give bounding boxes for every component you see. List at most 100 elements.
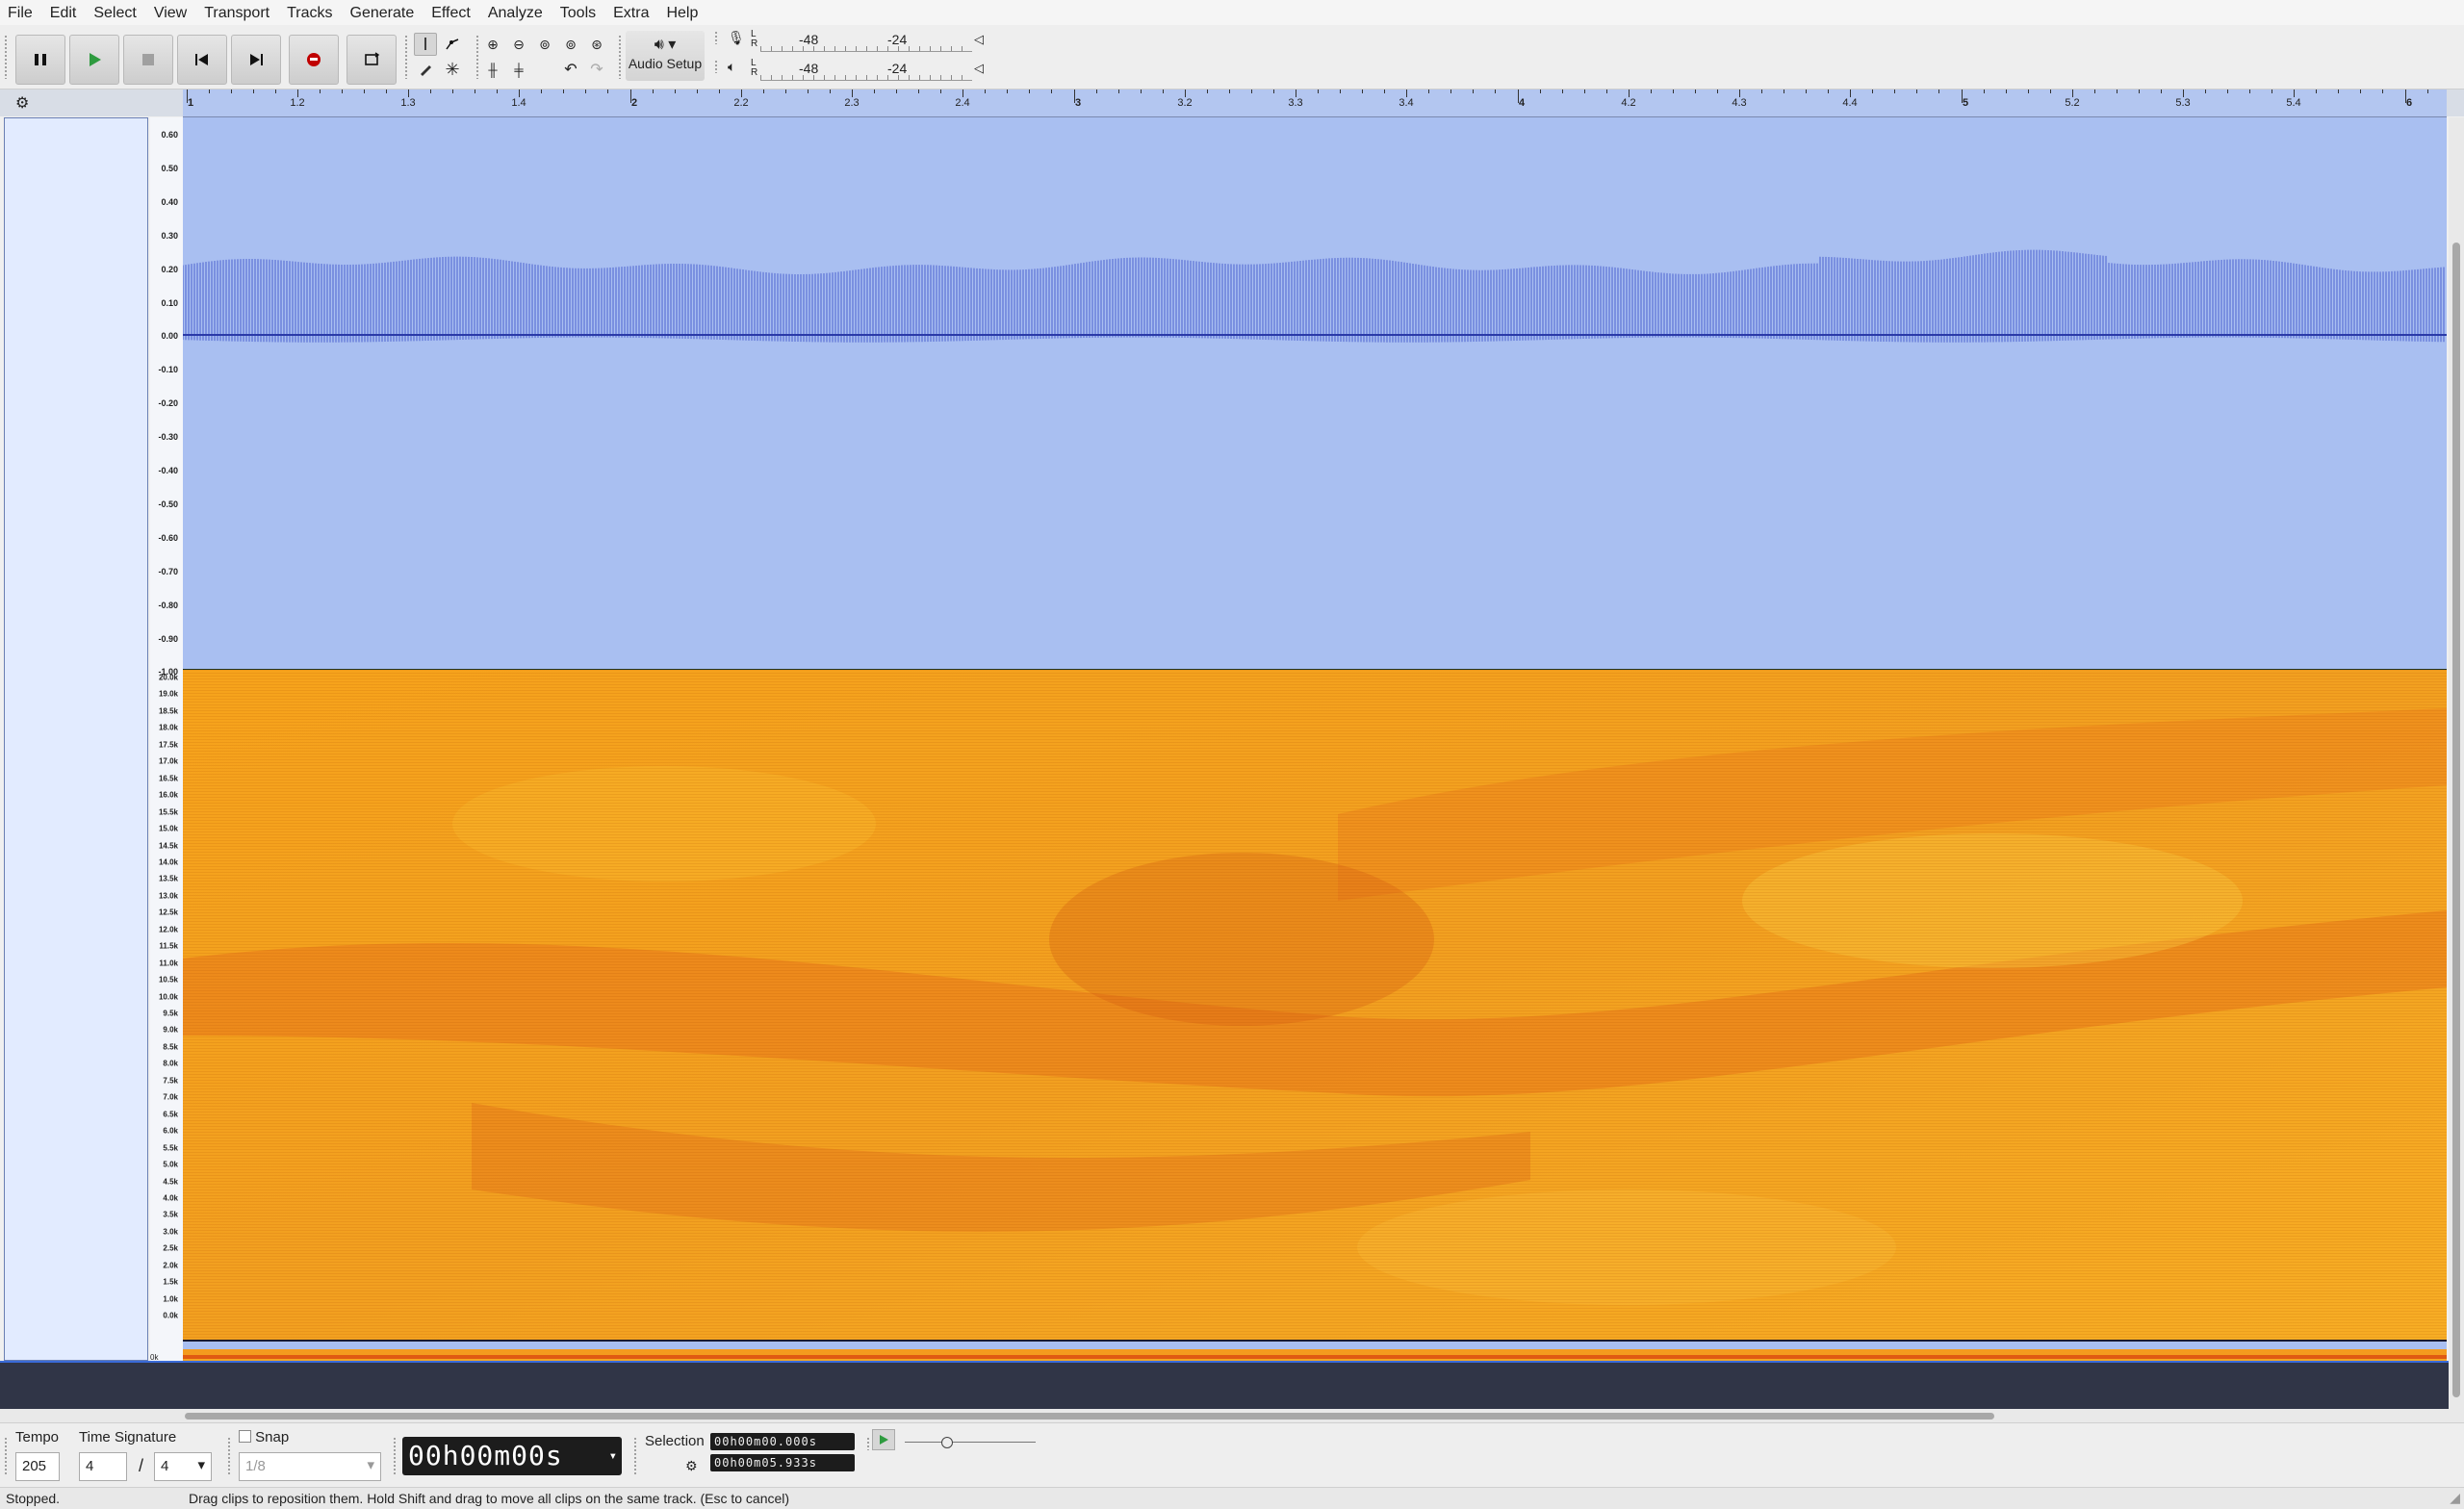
timeline-minor-tick [1495, 90, 1496, 93]
timeline-minor-tick [253, 90, 254, 93]
status-state: Stopped. [6, 1491, 61, 1506]
timeline-minor-tick [1007, 90, 1008, 93]
frequency-label: 9.5k [163, 1009, 178, 1018]
time-display[interactable]: 00h00m00s ▾ [402, 1437, 622, 1475]
play-meter-grip[interactable] [714, 60, 718, 73]
record-meter[interactable]: 🎙︎ L R -48 -24 ◁ [728, 30, 997, 52]
menu-analyze[interactable]: Analyze [479, 0, 552, 25]
audio-setup-button[interactable]: 🔊︎ ▾ Audio Setup [626, 31, 705, 81]
edit-grip[interactable] [475, 35, 479, 79]
timeline-minor-tick [1051, 90, 1052, 93]
time-signature-grip[interactable] [4, 1437, 8, 1475]
zoom-toggle-button[interactable]: ⊛ [585, 33, 608, 56]
timeline-label: 3.3 [1288, 97, 1303, 109]
amplitude-label: 0.00 [161, 331, 178, 342]
timeline-minor-tick [408, 90, 409, 93]
horizontal-scrollbar[interactable] [0, 1409, 2464, 1422]
playback-meter[interactable]: 🔈︎ L R -48 -24 ◁ [728, 59, 997, 81]
timeline-minor-tick [1806, 90, 1807, 93]
timeline-minor-tick [607, 90, 608, 93]
collapsed-track-strip[interactable] [183, 1340, 2447, 1361]
multi-tool[interactable]: ✳ [441, 58, 464, 81]
play-at-speed-grip[interactable] [866, 1437, 870, 1450]
track-control-panel[interactable] [4, 117, 148, 1361]
play-icon [880, 1435, 888, 1445]
vertical-scrollbar[interactable] [2449, 117, 2464, 1409]
spectrogram-view[interactable] [183, 670, 2447, 1340]
stop-button[interactable] [123, 35, 173, 85]
menu-select[interactable]: Select [85, 0, 144, 25]
audio-setup-grip[interactable] [618, 35, 622, 79]
zoom-out-button[interactable]: ⊖ [507, 33, 530, 56]
frequency-label: 15.5k [158, 807, 178, 817]
play-at-speed-button[interactable] [872, 1429, 895, 1450]
timeline-label: 2.3 [844, 97, 860, 109]
frequency-label: 15.0k [158, 824, 178, 833]
skip-to-end-button[interactable] [231, 35, 281, 85]
menu-view[interactable]: View [145, 0, 195, 25]
menu-effect[interactable]: Effect [423, 0, 479, 25]
selection-end-value: 00h00m05.933s [714, 1456, 817, 1470]
loop-button[interactable] [346, 35, 397, 85]
selection-tool[interactable]: I [414, 33, 437, 56]
menu-generate[interactable]: Generate [342, 0, 424, 25]
silence-button[interactable]: ╪ [507, 58, 530, 81]
timeline-minor-tick [1540, 90, 1541, 93]
fit-project-button[interactable]: ⊚ [559, 33, 582, 56]
timeline-minor-tick [2382, 90, 2383, 93]
menu-tools[interactable]: Tools [552, 0, 604, 25]
empty-track-area[interactable] [0, 1363, 2449, 1409]
toolbar: I ✳ ⊕ ⊖ ⊚ ⊚ ⊛ ╫ ╪ ↶ ↷ 🔊︎ ▾ Audio Setup 🎙… [0, 25, 2464, 90]
horizontal-scroll-thumb[interactable] [185, 1413, 1994, 1419]
pause-button[interactable] [15, 35, 65, 85]
menu-file[interactable]: File [0, 0, 41, 25]
selection-end[interactable]: 00h00m05.933s [710, 1454, 855, 1471]
envelope-tool[interactable] [441, 33, 464, 56]
menu-edit[interactable]: Edit [41, 0, 86, 25]
menu-help[interactable]: Help [657, 0, 706, 25]
waveform-view[interactable] [183, 117, 2447, 671]
menu-tracks[interactable]: Tracks [278, 0, 341, 25]
menu-extra[interactable]: Extra [604, 0, 657, 25]
fit-selection-button[interactable]: ⊚ [533, 33, 556, 56]
time-signature-numerator[interactable]: 4 [79, 1452, 127, 1481]
zoom-in-button[interactable]: ⊕ [481, 33, 504, 56]
timeline-minor-tick [675, 90, 676, 93]
vertical-scroll-thumb[interactable] [2452, 243, 2460, 1397]
toolbar-grip[interactable] [4, 35, 8, 79]
record-button[interactable] [289, 35, 339, 85]
selection-settings-icon[interactable]: ⚙ [685, 1458, 698, 1474]
timeline-minor-tick [1629, 90, 1630, 93]
amplitude-label: -0.40 [158, 466, 178, 475]
skip-to-start-button[interactable] [177, 35, 227, 85]
tools-grip[interactable] [404, 35, 408, 79]
tempo-input[interactable]: 205 [15, 1452, 60, 1481]
selection-start[interactable]: 00h00m00.000s [710, 1433, 855, 1450]
play-button[interactable] [69, 35, 119, 85]
amplitude-label: 0.60 [161, 130, 178, 140]
timeline-ruler[interactable]: 1 1.2 1.3 1.4 2 2.2 2.3 2.4 3 3.2 3.3 3.4 4 4.2 4.3 4.4… [183, 90, 2447, 117]
selection-grip[interactable] [633, 1437, 637, 1475]
record-meter-grip[interactable] [714, 31, 718, 44]
playback-speed-slider[interactable] [905, 1433, 1036, 1450]
slider-thumb[interactable] [941, 1437, 953, 1448]
redo-button[interactable]: ↷ [585, 58, 608, 81]
silence-icon: ╪ [514, 62, 524, 77]
draw-tool[interactable] [414, 58, 437, 81]
time-signature-denominator[interactable]: 4 ▾ [154, 1452, 212, 1481]
trim-button[interactable]: ╫ [481, 58, 504, 81]
amplitude-label: -0.10 [158, 365, 178, 375]
frequency-label: 4.5k [163, 1177, 178, 1186]
frequency-label: 0.0k [163, 1311, 178, 1320]
vertical-ruler[interactable]: 0.60 0.50 0.40 0.30 0.20 0.10 0.00 -0.10 -0.20 -0… [150, 117, 184, 1361]
menu-transport[interactable]: Transport [195, 0, 278, 25]
timeline-minor-tick [1717, 90, 1718, 93]
resize-grip-icon[interactable]: ◢ [2450, 1490, 2460, 1506]
undo-button[interactable]: ↶ [559, 58, 582, 81]
snap-checkbox[interactable]: Snap [239, 1429, 289, 1445]
snap-grip[interactable] [227, 1437, 231, 1475]
time-grip[interactable] [393, 1437, 397, 1475]
timeline-settings-icon[interactable]: ⚙ [15, 93, 29, 113]
snap-select[interactable]: 1/8 ▾ [239, 1452, 381, 1481]
timeline-minor-tick [1450, 90, 1451, 93]
